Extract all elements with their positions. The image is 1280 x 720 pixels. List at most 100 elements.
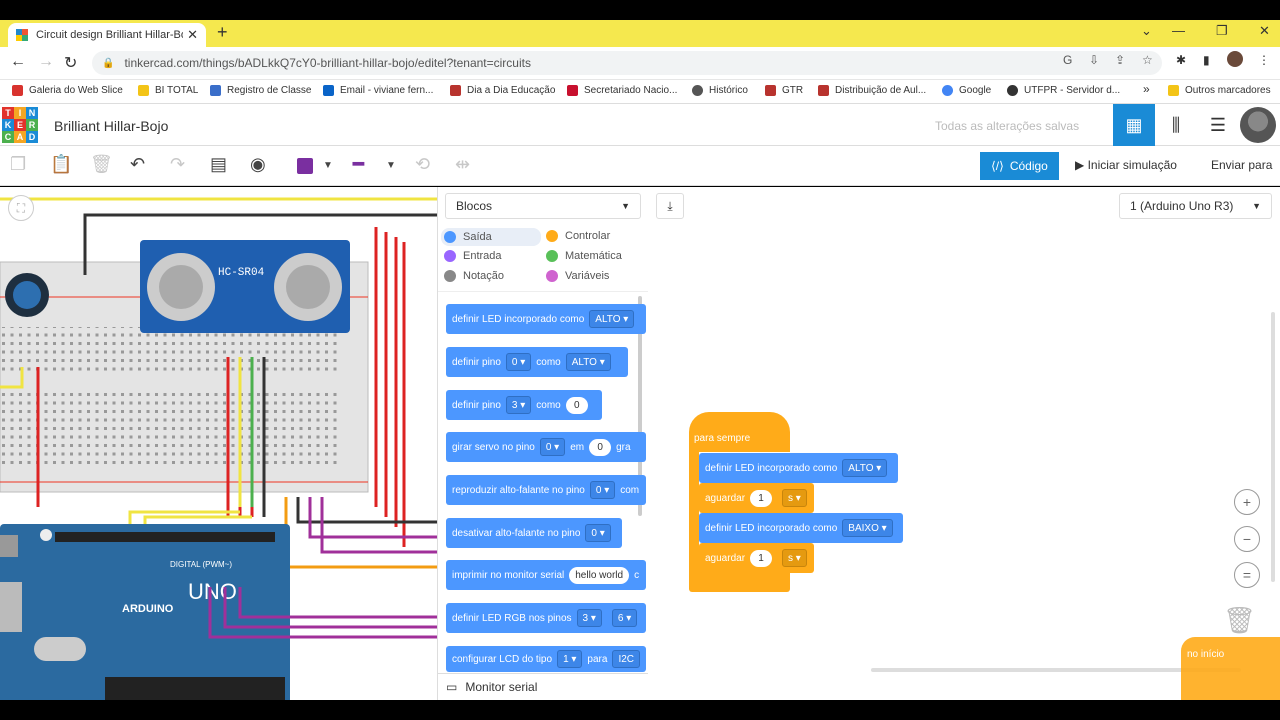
bookmark-item[interactable]: Distribuição de Aul... [818,85,926,96]
bookmark-star-icon[interactable]: ☆ [1142,53,1153,67]
other-bookmarks[interactable]: Outros marcadores [1168,85,1271,96]
block-set-rgb-led[interactable]: definir LED RGB nos pinos 3 ▾ 6 ▾ [446,603,646,633]
back-icon[interactable]: ← [10,53,26,71]
ws-block-wait-2[interactable]: aguardar 1 s ▾ [699,543,814,573]
menu-icon[interactable]: ⋮ [1258,53,1270,67]
category-variables[interactable]: Variáveis [546,270,609,282]
dragged-on-start-block[interactable]: no início [1181,637,1280,700]
forward-icon[interactable]: → [38,53,54,71]
trash-icon[interactable]: 🗑 [1223,605,1256,637]
schematic-view-button[interactable]: ⫼ [1155,104,1197,146]
chevron-down-icon[interactable]: ▼ [386,160,396,171]
block-set-pin-analog[interactable]: definir pino 3 ▾ como 0 [446,390,602,420]
category-notation[interactable]: Notação [444,270,504,282]
bookmark-item[interactable]: Email - viviane fern... [323,85,433,96]
side-panel-icon[interactable]: ▮ [1203,53,1210,67]
block-number-input[interactable]: 1 [750,549,773,567]
bookmark-item[interactable]: Secretariado Nacio... [567,85,677,96]
component-list-button[interactable]: ☰ [1197,104,1239,146]
copy-icon[interactable]: ❐ [10,154,26,175]
block-number-input[interactable]: 0 [565,396,588,414]
block-rotate-servo[interactable]: girar servo no pino 0 ▾ em 0 gra [446,432,646,462]
bookmark-item[interactable]: BI TOTAL [138,85,198,96]
send-to-button[interactable]: Enviar para [1211,158,1272,172]
block-dropdown[interactable]: ALTO ▾ [589,310,635,328]
circuit-canvas[interactable]: HC-SR04 ARDUINO UNO DIGITAL (PWM~) ⛶ [0,187,437,700]
minimize-icon[interactable]: — [1172,23,1185,38]
bookmark-item[interactable]: Galeria do Web Slice [12,85,123,96]
category-control[interactable]: Controlar [546,230,610,242]
bookmark-item[interactable]: Histórico [692,85,748,96]
paste-icon[interactable]: 📋 [50,154,72,175]
block-dropdown[interactable]: BAIXO ▾ [842,519,893,537]
editor-mode-select[interactable]: Blocos ▼ [445,193,641,219]
circuit-view-button[interactable]: ▦ [1113,104,1155,146]
block-configure-lcd[interactable]: configurar LCD do tipo 1 ▾ para I2C [446,646,646,672]
reload-icon[interactable]: ↻ [64,53,77,73]
block-dropdown[interactable]: 0 ▾ [585,524,611,542]
more-bookmarks-icon[interactable]: » [1143,82,1150,96]
wire-type-icon[interactable]: ━ [353,154,364,175]
new-tab-icon[interactable]: + [217,22,228,43]
flip-icon[interactable]: ⇹ [455,154,470,175]
block-serial-print[interactable]: imprimir no monitor serial hello world c [446,560,646,590]
user-avatar[interactable] [1240,107,1276,143]
bookmark-item[interactable]: GTR [765,85,803,96]
close-tab-icon[interactable]: ✕ [187,27,198,43]
tab-search-icon[interactable]: ⌄ [1141,23,1152,39]
google-icon[interactable]: G [1063,53,1072,67]
code-button[interactable]: ⟨/⟩ Código [980,152,1059,180]
block-dropdown[interactable]: 0 ▾ [505,353,532,371]
block-dropdown[interactable]: 3 ▾ [576,609,602,627]
redo-icon[interactable]: ↷ [170,154,185,175]
block-dropdown[interactable]: 3 ▾ [505,396,532,414]
bookmark-item[interactable]: Dia a Dia Educação [450,85,555,96]
block-dropdown[interactable]: 0 ▾ [539,438,566,456]
category-output[interactable]: Saída [441,228,541,246]
start-simulation-button[interactable]: ▶ Iniciar simulação [1075,158,1177,172]
block-dropdown[interactable]: ALTO ▾ [565,353,611,371]
view-notes-icon[interactable]: ◉ [250,154,266,175]
browser-tab[interactable]: Circuit design Brilliant Hillar-Bojo ✕ [8,23,206,47]
extensions-icon[interactable]: ✱ [1176,53,1186,67]
bookmark-item[interactable]: UTFPR - Servidor d... [1007,85,1120,96]
delete-icon[interactable]: 🗑 [90,154,113,175]
ws-block-set-led-high[interactable]: definir LED incorporado como ALTO ▾ [699,453,898,483]
block-stop-speaker[interactable]: desativar alto-falante no pino 0 ▾ [446,518,622,548]
block-set-pin-digital[interactable]: definir pino 0 ▾ como ALTO ▾ [446,347,628,377]
circuit-drawing[interactable]: HC-SR04 ARDUINO UNO DIGITAL (PWM~) [0,187,437,700]
block-number-input[interactable]: 1 [750,489,773,507]
ws-block-wait-1[interactable]: aguardar 1 s ▾ [699,483,814,513]
reset-zoom-icon[interactable]: = [1234,562,1260,588]
maximize-icon[interactable]: ❐ [1216,23,1228,39]
serial-monitor-button[interactable]: ▭ Monitor serial [438,673,648,700]
device-select[interactable]: 1 (Arduino Uno R3) ▼ [1119,193,1272,219]
ws-block-set-led-low[interactable]: definir LED incorporado como BAIXO ▾ [699,513,903,543]
notes-icon[interactable]: ▤ [210,154,227,175]
install-icon[interactable]: ⇩ [1089,53,1099,67]
block-dropdown[interactable]: ALTO ▾ [842,459,888,477]
block-dropdown[interactable]: 6 ▾ [611,609,638,627]
block-text-input[interactable]: hello world [569,566,630,584]
block-dropdown[interactable]: s ▾ [782,489,807,507]
block-dropdown[interactable]: 1 ▾ [557,650,583,668]
category-input[interactable]: Entrada [444,250,502,262]
rotate-icon[interactable]: ⟲ [415,154,430,175]
project-title[interactable]: Brilliant Hillar-Bojo [54,118,168,134]
workspace-scrollbar-vertical[interactable] [1271,312,1275,582]
undo-icon[interactable]: ↶ [130,154,145,175]
window-close-icon[interactable]: ✕ [1259,23,1270,39]
wire-color-swatch[interactable] [297,158,313,174]
block-dropdown[interactable]: s ▾ [782,549,807,567]
bookmark-item[interactable]: Registro de Classe [210,85,311,96]
block-play-speaker[interactable]: reproduzir alto-falante no pino 0 ▾ com [446,475,646,505]
tinkercad-logo[interactable]: T I N K E R C A D [2,107,38,143]
url-bar[interactable]: 🔒 tinkercad.com/things/bADLkkQ7cY0-brill… [92,51,1162,75]
profile-avatar[interactable] [1227,51,1243,67]
fit-view-icon[interactable]: ⛶ [8,195,34,221]
block-dropdown[interactable]: 0 ▾ [589,481,616,499]
category-math[interactable]: Matemática [546,250,622,262]
share-icon[interactable]: ⇪ [1115,53,1125,67]
zoom-out-icon[interactable]: − [1234,526,1260,552]
block-set-builtin-led[interactable]: definir LED incorporado como ALTO ▾ [446,304,646,334]
